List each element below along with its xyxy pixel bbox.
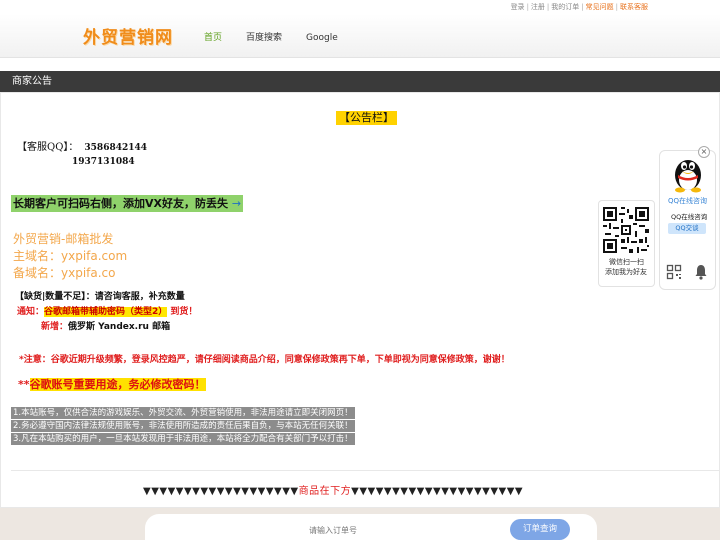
my-orders-link[interactable]: 我的订单: [551, 3, 579, 11]
site-logo[interactable]: 外贸营销网: [83, 23, 173, 48]
faq-link[interactable]: 常见问题: [586, 3, 614, 11]
new-text: 俄罗斯 Yandex.ru 邮箱: [68, 322, 171, 332]
qq-line: 【客服QQ】： 3586842144: [17, 138, 147, 153]
wechat-qr-code: [601, 205, 651, 255]
top-links: 登录 | 注册 | 我的订单 | 常见问题 | 联系客服: [510, 3, 648, 11]
qq-number-1: 3586842144: [84, 143, 148, 153]
qr-caption-add-friend: 添加我为好友: [605, 268, 647, 276]
risk-warning: *注意：谷歌近期升级频繁，登录风控趋严，请仔细阅读商品介绍，同意保修政策再下单，…: [19, 355, 510, 365]
qq-number-2: 1937131084: [72, 157, 135, 167]
contact-link[interactable]: 联系客服: [620, 3, 648, 11]
qq-chat-button[interactable]: QQ交谈: [668, 223, 706, 234]
order-number-input[interactable]: [243, 521, 423, 539]
down-arrows-right: ▼▼▼▼▼▼▼▼▼▼▼▼▼▼▼▼▼▼▼▼▼: [351, 486, 524, 497]
main-domain: 主域名：yxpifa.com: [13, 249, 128, 263]
vx-text: 长期客户可扫码右侧，添加VX好友，防丢失: [13, 197, 228, 210]
nav-google[interactable]: Google: [306, 33, 338, 43]
divider: [11, 470, 720, 471]
warn-prefix: **: [18, 378, 30, 391]
nav-baidu[interactable]: 百度搜索: [246, 33, 282, 43]
rule-item: 1.本站账号，仅供合法的游戏娱乐、外贸交流、外贸营销使用，非法用途请立即关闭网页…: [11, 407, 355, 419]
qq-label: 【客服QQ】：: [17, 142, 79, 153]
qr-caption-scan: 微信扫一扫: [609, 258, 644, 266]
arrival-note: 通知：谷歌邮箱带辅助密码（类型2） 到货！: [17, 304, 197, 317]
rule-item: 2.务必遵守国内法律法规使用账号，非法使用所造成的责任后果自负，与本站无任何关联…: [11, 420, 355, 432]
main-nav: 首页 百度搜索 Google: [204, 30, 362, 43]
products-below-hint: ▼▼▼▼▼▼▼▼▼▼▼▼▼▼▼▼▼▼▼商品在下方▼▼▼▼▼▼▼▼▼▼▼▼▼▼▼▼…: [143, 482, 523, 497]
down-arrows-left: ▼▼▼▼▼▼▼▼▼▼▼▼▼▼▼▼▼▼▼: [143, 486, 299, 497]
nav-home[interactable]: 首页: [204, 33, 222, 43]
note-suffix: 到货！: [170, 307, 198, 317]
notice-panel: 【公告栏】 【客服QQ】： 3586842144 1937131084 长期客户可…: [0, 92, 720, 508]
rule-item: 3.凡在本站购买的用户，一旦本站发现用于非法用途，本站将全力配合有关部门予以打击…: [11, 433, 355, 445]
usage-rules: 1.本站账号，仅供合法的游戏娱乐、外贸交流、外贸营销使用，非法用途请立即关闭网页…: [11, 407, 355, 446]
password-warning: **谷歌账号重要用途，务必修改密码！: [18, 376, 206, 392]
products-below-text: 商品在下方: [298, 486, 352, 497]
qr-code-icon[interactable]: [666, 264, 682, 280]
qq-online-consult-label: QQ在线咨询: [671, 213, 708, 221]
bell-icon[interactable]: [694, 264, 708, 280]
backup-domain: 备域名：yxpifa.co: [13, 266, 116, 280]
login-link[interactable]: 登录: [511, 3, 525, 11]
new-label: 新增：: [41, 322, 69, 332]
vx-notice: 长期客户可扫码右侧，添加VX好友，防丢失 →: [11, 195, 244, 212]
order-query-button[interactable]: 订单查询: [510, 519, 570, 540]
register-link[interactable]: 注册: [531, 3, 545, 11]
header: 外贸营销网 首页 百度搜索 Google: [0, 14, 720, 58]
section-title: 商家公告: [0, 71, 720, 92]
out-of-stock-note: 【缺货|数量不足】：请咨询客服，补充数量: [15, 292, 185, 302]
notice-title: 【公告栏】: [336, 111, 397, 125]
arrow-right-icon: →: [231, 197, 242, 210]
mail-title: 外贸营销-邮箱批发: [13, 232, 114, 246]
new-item-note: 新增：俄罗斯 Yandex.ru 邮箱: [41, 319, 170, 332]
warn-highlight: 谷歌账号重要用途，务必修改密码！: [29, 378, 206, 391]
note-prefix: 通知：: [17, 307, 45, 317]
qq-online-consult-link[interactable]: QQ在线咨询: [668, 196, 707, 206]
note-highlight: 谷歌邮箱带辅助密码（类型2）: [44, 307, 168, 317]
qq-penguin-icon[interactable]: [671, 155, 705, 193]
